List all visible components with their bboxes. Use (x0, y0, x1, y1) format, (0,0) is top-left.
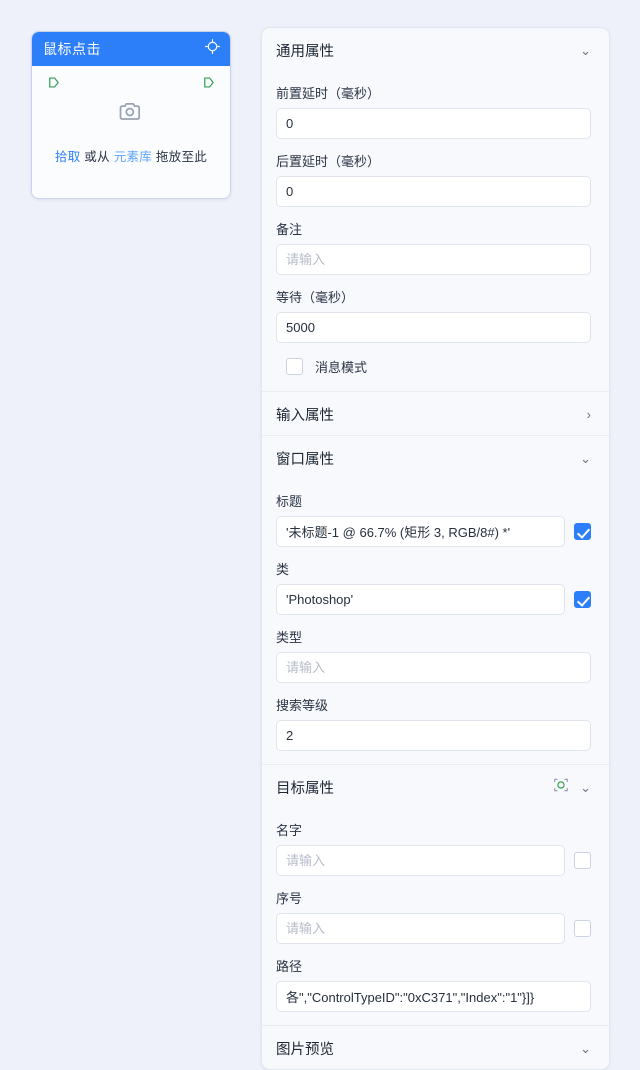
mouse-click-node-card[interactable]: 鼠标点击 拾取 或从 元素库 拖放至此 (31, 31, 231, 199)
label-target-index: 序号 (276, 891, 303, 906)
field-target-name: 名字 (262, 820, 609, 876)
field-pre-delay: 前置延时（毫秒） (262, 83, 609, 139)
field-wait: 等待（毫秒） (262, 287, 609, 343)
element-picker-icon[interactable] (553, 777, 569, 798)
node-ports (32, 66, 230, 96)
chevron-right-icon[interactable]: › (587, 408, 591, 421)
remark-input[interactable] (276, 244, 591, 275)
output-port-icon[interactable] (202, 76, 215, 89)
field-window-class: 类 (262, 559, 609, 615)
section-header-general[interactable]: 通用属性 ⌄ (262, 28, 609, 71)
label-search-level: 搜索等级 (276, 698, 329, 713)
pick-element-link[interactable]: 拾取 (55, 150, 81, 164)
message-mode-checkbox[interactable] (286, 358, 303, 375)
field-remark: 备注 (262, 219, 609, 275)
window-class-input[interactable] (276, 584, 565, 615)
chevron-down-icon[interactable]: ⌄ (580, 452, 591, 465)
row-message-mode[interactable]: 消息模式 (262, 343, 609, 391)
window-title-checkbox[interactable] (574, 523, 591, 540)
label-target-name: 名字 (276, 823, 303, 838)
field-target-path: 路径 (262, 956, 609, 1012)
field-target-index: 序号 (262, 888, 609, 944)
wait-input[interactable] (276, 312, 591, 343)
node-card-hint: 拾取 或从 元素库 拖放至此 (32, 146, 230, 165)
section-title-window: 窗口属性 (276, 452, 334, 468)
label-message-mode: 消息模式 (315, 360, 368, 375)
pre-delay-input[interactable] (276, 108, 591, 139)
window-title-input[interactable] (276, 516, 565, 547)
window-type-input[interactable] (276, 652, 591, 683)
chevron-down-icon[interactable]: ⌄ (580, 1042, 591, 1055)
crosshair-target-icon[interactable] (204, 38, 221, 60)
label-window-type: 类型 (276, 630, 303, 645)
input-port-icon[interactable] (47, 76, 60, 89)
section-title-general: 通用属性 (276, 44, 334, 60)
field-post-delay: 后置延时（毫秒） (262, 151, 609, 207)
chevron-down-icon[interactable]: ⌄ (580, 44, 591, 57)
node-card-body: 拾取 或从 元素库 拖放至此 (32, 66, 230, 198)
section-header-window[interactable]: 窗口属性 ⌄ (262, 436, 609, 479)
target-index-input[interactable] (276, 913, 565, 944)
label-remark: 备注 (276, 222, 303, 237)
field-window-title: 标题 (262, 491, 609, 547)
section-title-target: 目标属性 (276, 781, 334, 797)
hint-text-mid: 或从 (84, 150, 110, 164)
post-delay-input[interactable] (276, 176, 591, 207)
label-pre-delay: 前置延时（毫秒） (276, 86, 381, 101)
section-title-input: 输入属性 (276, 408, 334, 424)
label-wait: 等待（毫秒） (276, 290, 355, 305)
section-title-image-preview: 图片预览 (276, 1042, 334, 1058)
camera-icon (117, 98, 145, 131)
camera-icon-wrap (32, 98, 230, 131)
field-window-type: 类型 (262, 627, 609, 683)
chevron-down-icon[interactable]: ⌄ (580, 781, 591, 794)
properties-panel: 通用属性 ⌄ 前置延时（毫秒） 后置延时（毫秒） 备注 等待（毫秒） 消息模式 (261, 27, 610, 1070)
label-window-class: 类 (276, 562, 290, 577)
section-header-target[interactable]: 目标属性 ⌄ (262, 765, 609, 808)
element-library-link[interactable]: 元素库 (114, 150, 152, 164)
node-card-header[interactable]: 鼠标点击 (32, 32, 230, 66)
search-level-input[interactable] (276, 720, 591, 751)
target-index-checkbox[interactable] (574, 920, 591, 937)
label-window-title: 标题 (276, 494, 303, 509)
hint-text-tail: 拖放至此 (155, 150, 208, 164)
field-search-level: 搜索等级 (262, 695, 609, 751)
target-name-input[interactable] (276, 845, 565, 876)
section-header-input[interactable]: 输入属性 › (262, 392, 609, 435)
node-card-title: 鼠标点击 (43, 41, 101, 57)
target-path-input[interactable] (276, 981, 591, 1012)
label-target-path: 路径 (276, 959, 303, 974)
window-class-checkbox[interactable] (574, 591, 591, 608)
label-post-delay: 后置延时（毫秒） (276, 154, 381, 169)
section-header-image-preview[interactable]: 图片预览 ⌄ (262, 1026, 609, 1069)
target-name-checkbox[interactable] (574, 852, 591, 869)
